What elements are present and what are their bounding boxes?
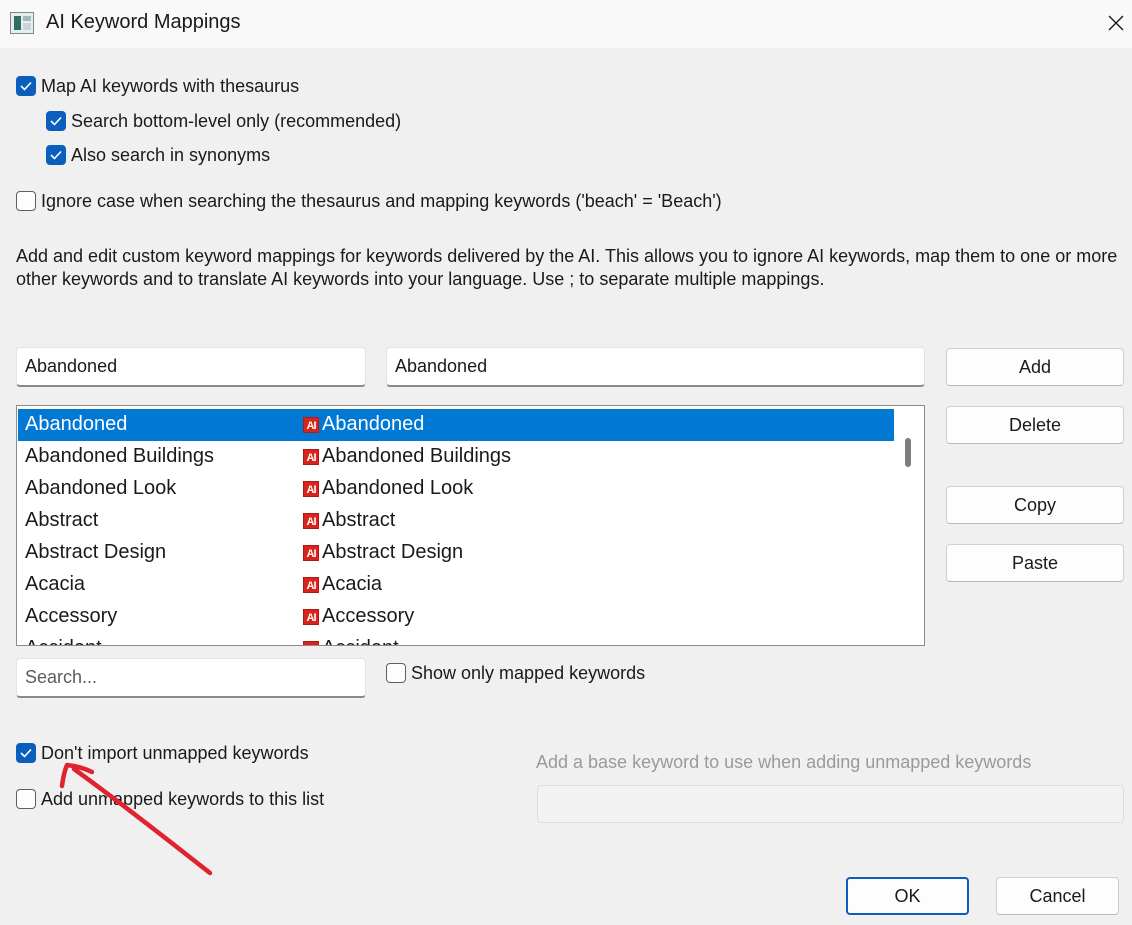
mapped-keyword-cell: Abstract (322, 509, 396, 531)
list-item[interactable]: Accessory AI Accessory (18, 601, 894, 633)
mapped-keyword-cell: Acacia (322, 573, 383, 595)
dont-import-unmapped-checkbox[interactable] (16, 743, 36, 763)
copy-button[interactable]: Copy (946, 486, 1124, 524)
ai-keyword-cell: Abstract (25, 509, 99, 531)
ai-badge-icon: AI (303, 641, 319, 645)
ai-badge-icon: AI (303, 417, 319, 433)
add-unmapped-to-list-checkbox[interactable] (16, 789, 36, 809)
description-text: Add and edit custom keyword mappings for… (16, 246, 1118, 289)
window-title: AI Keyword Mappings (46, 11, 241, 33)
ai-keyword-cell: Abstract Design (25, 541, 167, 563)
base-keyword-input[interactable] (537, 785, 1124, 823)
dont-import-unmapped-label[interactable]: Don't import unmapped keywords (41, 743, 309, 764)
ai-keyword-cell: Accessory (25, 605, 118, 627)
show-only-mapped-label[interactable]: Show only mapped keywords (411, 663, 645, 684)
scrollbar-track[interactable] (909, 407, 924, 644)
keyword-mapping-list[interactable]: Abandoned AI Abandoned Abandoned Buildings A… (16, 405, 925, 646)
add-unmapped-to-list-label[interactable]: Add unmapped keywords to this list (41, 789, 324, 810)
mapped-keyword-cell: Abandoned Buildings (322, 445, 512, 467)
ai-badge-icon: AI (303, 449, 319, 465)
mapped-keyword-cell: Abandoned (322, 413, 425, 435)
list-item[interactable]: Abstract Design AI Abstract Design (18, 537, 894, 569)
add-button[interactable]: Add (946, 348, 1124, 386)
ai-badge-icon: AI (303, 481, 319, 497)
list-item[interactable]: Abandoned Buildings AI Abandoned Buildings (18, 441, 894, 473)
map-with-thesaurus-label[interactable]: Map AI keywords with thesaurus (41, 76, 299, 97)
ai-keyword-cell: Acacia (25, 573, 86, 595)
ignore-case-checkbox[interactable] (16, 191, 36, 211)
mapped-keyword-cell: Abandoned Look (322, 477, 474, 499)
mapping-input[interactable] (386, 347, 925, 387)
search-synonyms-label[interactable]: Also search in synonyms (71, 145, 270, 166)
list-item[interactable]: Abstract AI Abstract (18, 505, 894, 537)
ai-badge-icon: AI (303, 609, 319, 625)
ai-keyword-mappings-dialog: AI Keyword Mappings Map AI keywords with… (0, 0, 1132, 925)
scrollbar-thumb[interactable] (905, 438, 911, 467)
show-only-mapped-checkbox[interactable] (386, 663, 406, 683)
list-item[interactable]: Abandoned Look AI Abandoned Look (18, 473, 894, 505)
ignore-case-label[interactable]: Ignore case when searching the thesaurus… (41, 191, 722, 212)
ai-badge-icon: AI (303, 545, 319, 561)
ai-keyword-cell: Abandoned Look (25, 477, 177, 499)
delete-button[interactable]: Delete (946, 406, 1124, 444)
close-icon (1108, 15, 1124, 31)
map-with-thesaurus-checkbox[interactable] (16, 76, 36, 96)
mapped-keyword-cell: Accessory (322, 605, 415, 627)
app-icon (10, 12, 34, 34)
list-item[interactable]: Acacia AI Acacia (18, 569, 894, 601)
search-bottom-level-label[interactable]: Search bottom-level only (recommended) (71, 111, 401, 132)
ok-button[interactable]: OK (846, 877, 969, 915)
close-button[interactable] (1100, 6, 1132, 40)
search-synonyms-checkbox[interactable] (46, 145, 66, 165)
mapped-keyword-cell: Accident (322, 637, 399, 645)
ai-badge-icon: AI (303, 577, 319, 593)
ai-keyword-input[interactable] (16, 347, 366, 387)
search-input[interactable] (16, 658, 366, 698)
list-item[interactable]: Abandoned AI Abandoned (18, 409, 894, 441)
ai-keyword-cell: Accident (25, 637, 102, 645)
cancel-button[interactable]: Cancel (996, 877, 1119, 915)
ai-keyword-cell: Abandoned (25, 413, 128, 435)
base-keyword-label: Add a base keyword to use when adding un… (536, 752, 1032, 772)
ai-badge-icon: AI (303, 513, 319, 529)
paste-button[interactable]: Paste (946, 544, 1124, 582)
title-bar: AI Keyword Mappings (0, 0, 1132, 48)
search-bottom-level-checkbox[interactable] (46, 111, 66, 131)
ai-keyword-cell: Abandoned Buildings (25, 445, 215, 467)
mapped-keyword-cell: Abstract Design (322, 541, 464, 563)
list-item[interactable]: AccidentAIAccident (18, 633, 894, 645)
